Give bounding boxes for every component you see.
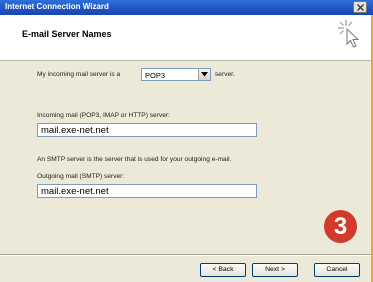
incoming-type-suffix: server. (215, 71, 235, 78)
smtp-info-text: An SMTP server is the server that is use… (37, 156, 232, 163)
incoming-type-label: My incoming mail server is a (37, 71, 121, 78)
next-button[interactable]: Next > (252, 263, 298, 277)
close-button[interactable] (353, 1, 367, 13)
incoming-server-label: Incoming mail (POP3, IMAP or HTTP) serve… (37, 112, 170, 119)
title-bar[interactable]: Internet Connection Wizard (0, 0, 373, 15)
close-icon (357, 4, 364, 11)
chevron-down-icon (201, 72, 208, 77)
window-title: Internet Connection Wizard (5, 2, 109, 11)
wizard-header: E-mail Server Names (0, 15, 373, 61)
cancel-button[interactable]: Cancel (314, 263, 360, 277)
outgoing-server-input[interactable] (37, 184, 257, 198)
page-title: E-mail Server Names (22, 29, 112, 39)
wizard-wand-icon (338, 20, 360, 48)
incoming-server-type-select[interactable]: POP3 (141, 68, 211, 81)
footer-divider (0, 254, 373, 256)
back-button[interactable]: < Back (200, 263, 246, 277)
incoming-server-input[interactable] (37, 123, 257, 137)
wizard-window: Internet Connection Wizard E-mail Server… (0, 0, 373, 282)
dropdown-button[interactable] (198, 69, 210, 80)
step-number-badge: 3 (324, 210, 357, 243)
outgoing-server-label: Outgoing mail (SMTP) server: (37, 173, 125, 180)
selected-server-type: POP3 (145, 70, 166, 80)
